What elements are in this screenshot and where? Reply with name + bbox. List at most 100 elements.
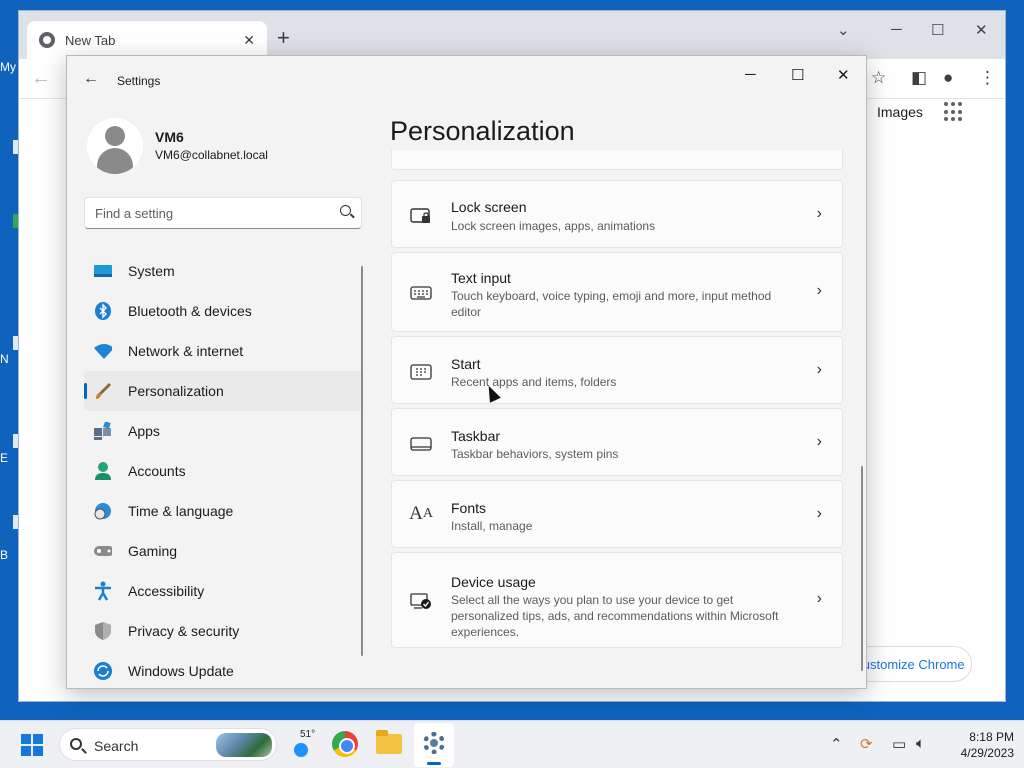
nav-label: Personalization	[128, 383, 224, 399]
gear-icon	[423, 732, 445, 754]
card-title: Lock screen	[451, 199, 527, 215]
nav-label: System	[128, 263, 175, 279]
desktop-label[interactable]: E	[0, 451, 8, 465]
avatar	[87, 118, 143, 174]
shield-icon	[94, 622, 112, 640]
images-link[interactable]: Images	[877, 104, 923, 120]
chevron-right-icon: ›	[816, 282, 822, 299]
nav-label: Accounts	[128, 463, 186, 479]
nav-item-privacy-security[interactable]: Privacy & security	[84, 611, 362, 651]
chrome-close-button[interactable]: ✕	[975, 21, 988, 39]
taskbar-chrome[interactable]	[330, 729, 360, 759]
search-icon	[70, 738, 82, 750]
chrome-minimize-button[interactable]: ─	[891, 21, 902, 38]
nav-item-time-language[interactable]: Time & language	[84, 491, 362, 531]
card-device-usage[interactable]: Device usage Select all the ways you pla…	[391, 552, 843, 648]
nav-label: Network & internet	[128, 343, 244, 359]
clock[interactable]: 8:18 PM 4/29/2023	[944, 729, 1014, 761]
network-icon[interactable]: ▭	[892, 735, 906, 753]
search-icon[interactable]	[340, 205, 351, 216]
nav-label: Time & language	[128, 503, 234, 519]
minimize-button[interactable]: ─	[745, 66, 756, 83]
device-usage-icon	[410, 590, 432, 612]
user-email: VM6@collabnet.local	[155, 148, 268, 162]
nav-item-accounts[interactable]: Accounts	[84, 451, 362, 491]
taskbar-search-label: Search	[94, 738, 139, 754]
nav-item-system[interactable]: System	[84, 251, 362, 291]
gamepad-icon	[94, 542, 112, 560]
profile-icon[interactable]: ●	[943, 68, 953, 88]
card-fonts[interactable]: AA Fonts Install, manage ›	[391, 480, 843, 548]
active-indicator	[427, 762, 441, 765]
card-title: Taskbar	[451, 428, 501, 444]
chrome-tab[interactable]: New Tab ✕	[27, 21, 267, 59]
card-description: Lock screen images, apps, animations	[451, 219, 656, 233]
nav-item-network-internet[interactable]: Network & internet	[84, 331, 362, 371]
card-description: Recent apps and items, folders	[451, 375, 617, 389]
nav-item-bluetooth-devices[interactable]: Bluetooth & devices	[84, 291, 362, 331]
card-title: Device usage	[451, 574, 536, 590]
wifi-icon	[94, 342, 112, 360]
card-taskbar[interactable]: Taskbar Taskbar behaviors, system pins ›	[391, 408, 843, 476]
nav-label: Gaming	[128, 543, 178, 559]
nav-item-accessibility[interactable]: Accessibility	[84, 571, 362, 611]
update-icon	[94, 662, 112, 680]
nav-item-apps[interactable]: Apps	[84, 411, 362, 451]
desktop-label[interactable]: B	[0, 548, 8, 562]
side-panel-icon[interactable]: ◧	[911, 68, 927, 88]
sync-icon[interactable]: ⟳	[860, 735, 873, 753]
partial-card	[391, 150, 843, 170]
settings-window: ← Settings ─ ☐ ✕ VM6 VM6@collabnet.local…	[66, 55, 867, 689]
volume-icon[interactable]: 🔈︎	[916, 735, 925, 752]
card-text-input[interactable]: Text input Touch keyboard, voice typing,…	[391, 252, 843, 332]
lock-screen-icon	[410, 205, 432, 227]
taskbar-icon	[410, 433, 432, 455]
nav-item-windows-update[interactable]: Windows Update	[84, 651, 362, 688]
taskbar-settings[interactable]	[414, 723, 454, 767]
maximize-button[interactable]: ☐	[791, 66, 804, 84]
chrome-icon	[332, 731, 358, 757]
chrome-back-icon[interactable]: ←	[31, 67, 51, 90]
user-name: VM6	[155, 129, 184, 145]
start-button-windows-icon[interactable]	[21, 734, 43, 756]
chrome-maximize-button[interactable]: ☐	[931, 21, 944, 39]
nav-label: Accessibility	[128, 583, 205, 599]
google-apps-icon[interactable]	[944, 102, 964, 122]
card-title: Start	[451, 356, 481, 372]
chevron-right-icon: ›	[816, 590, 822, 607]
nav-item-gaming[interactable]: Gaming	[84, 531, 362, 571]
taskbar: Search 51° ⌃ ⟳ ▭ 🔈︎ 8:18 PM 4/29/2023	[0, 720, 1024, 768]
card-lock-screen[interactable]: Lock screen Lock screen images, apps, an…	[391, 180, 843, 248]
bluetooth-icon	[94, 302, 112, 320]
taskbar-file-explorer[interactable]	[374, 729, 404, 759]
close-tab-icon[interactable]: ✕	[243, 32, 255, 49]
weather-widget[interactable]: 51°	[290, 729, 316, 759]
card-start[interactable]: Start Recent apps and items, folders ›	[391, 336, 843, 404]
tab-search-chevron-icon[interactable]: ⌄	[837, 21, 850, 39]
card-title: Text input	[451, 270, 511, 286]
chrome-menu-icon[interactable]: ⋮	[979, 68, 996, 88]
nav-scrollbar[interactable]	[361, 266, 363, 656]
find-setting-search	[84, 197, 362, 229]
nav-label: Windows Update	[128, 663, 234, 679]
window-title: Settings	[117, 74, 161, 88]
back-arrow-icon[interactable]: ←	[83, 70, 99, 88]
nav-item-personalization[interactable]: Personalization	[84, 371, 362, 411]
folder-icon	[376, 730, 402, 754]
close-button[interactable]: ✕	[837, 66, 850, 84]
nav-label: Privacy & security	[128, 623, 240, 639]
desktop-label[interactable]: N	[0, 352, 9, 366]
clock-date: 4/29/2023	[960, 746, 1014, 760]
chrome-tab-title: New Tab	[65, 32, 116, 48]
search-input[interactable]	[85, 198, 325, 228]
desktop-label[interactable]: My	[0, 60, 16, 74]
apps-icon	[94, 422, 112, 440]
bookmark-star-icon[interactable]: ☆	[871, 68, 886, 88]
new-tab-button[interactable]: +	[277, 25, 290, 51]
show-hidden-icons-chevron-icon[interactable]: ⌃	[830, 735, 843, 753]
chrome-favicon-icon	[39, 32, 55, 48]
taskbar-search[interactable]: Search	[59, 728, 277, 761]
system-icon	[94, 262, 112, 280]
content-scrollbar[interactable]	[861, 466, 863, 671]
card-description: Taskbar behaviors, system pins	[451, 447, 619, 461]
